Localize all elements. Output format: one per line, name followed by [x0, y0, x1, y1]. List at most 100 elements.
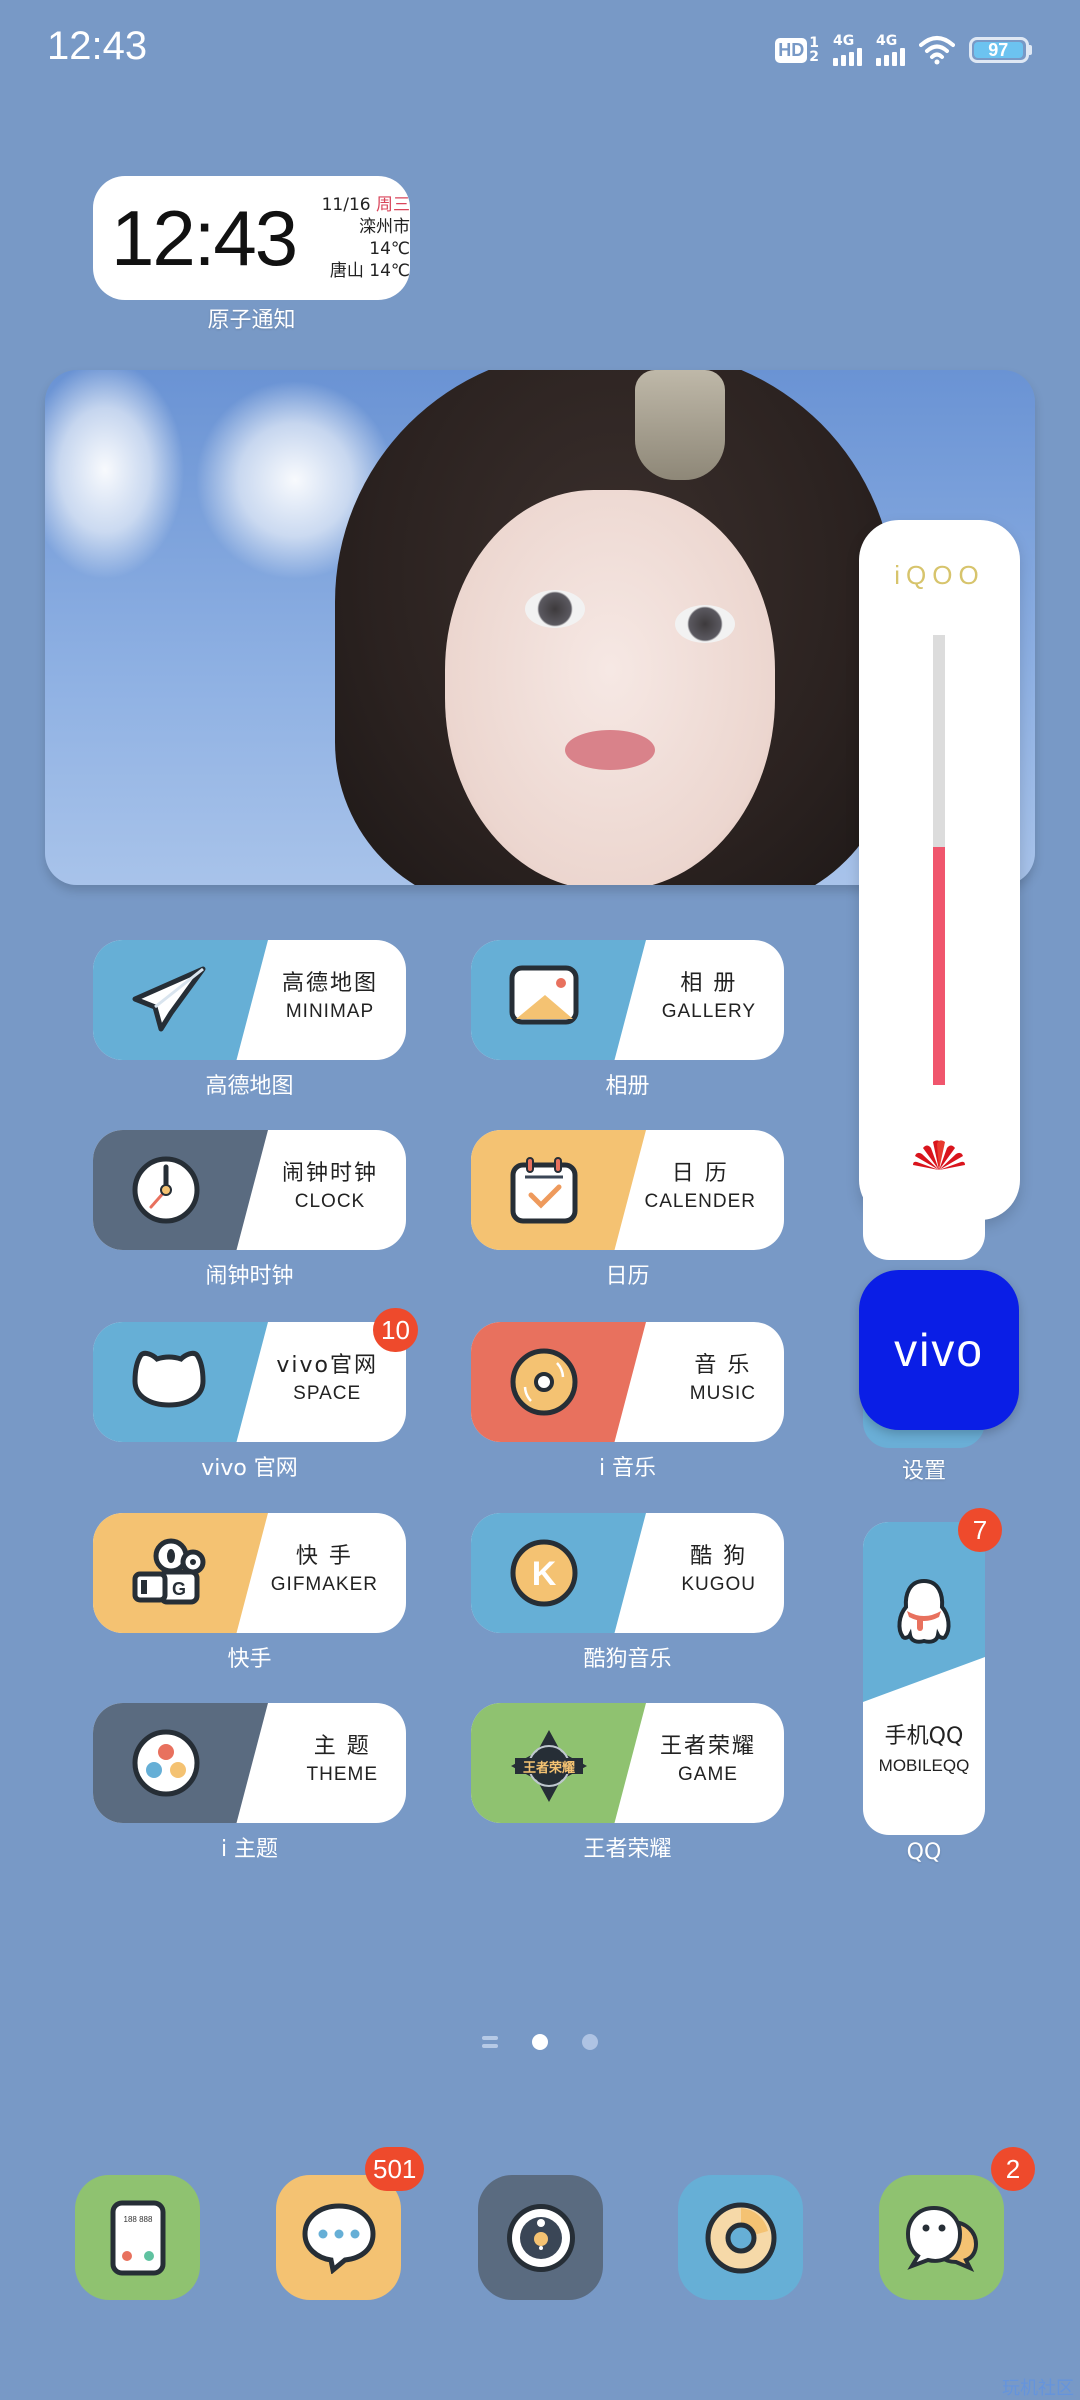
portrait-eye: [675, 605, 735, 643]
dock-camera[interactable]: [478, 2175, 603, 2300]
tile-title-cn: 相 册: [680, 971, 738, 996]
tile-title-en: KUGOU: [681, 1574, 756, 1595]
clock-weather-widget[interactable]: 12:43 11/16 周三 滦州市 14℃ 唐山 14℃: [93, 176, 410, 300]
phone-screen-text: 188 888: [123, 2215, 152, 2224]
hd-sub-1: 1: [809, 35, 819, 51]
camera-icon: [506, 2203, 575, 2272]
palette-icon: [131, 1728, 201, 1798]
tile-title-cn: 酷 狗: [690, 1544, 748, 1569]
calendar-icon: [509, 1155, 579, 1225]
donut-browser-icon: [705, 2202, 776, 2273]
clock-widget-label: 原子通知: [207, 308, 296, 333]
page-indicator[interactable]: [482, 2034, 598, 2050]
signal-4g-icon: 4G: [833, 34, 862, 66]
page-dot[interactable]: [582, 2034, 598, 2050]
qq-tile-cn: 手机QQ: [884, 1724, 964, 1749]
tile-title-en: MINIMAP: [285, 1001, 375, 1022]
page-dot-active[interactable]: [532, 2034, 548, 2050]
video-camera-icon: G: [131, 1538, 206, 1608]
messages-badge: 501: [365, 2147, 425, 2191]
page-indicator-menu-icon[interactable]: [482, 2036, 498, 2048]
tile-title-en: CLOCK: [294, 1191, 366, 1212]
app-label: 酷狗音乐: [583, 1647, 672, 1672]
app-label: 日历: [605, 1264, 650, 1289]
game-emblem-icon: 王者荣耀: [509, 1728, 587, 1802]
app-tile[interactable]: 音 乐 MUSIC: [471, 1322, 784, 1442]
tile-title-cn: 快 手: [295, 1544, 353, 1569]
app-label: vivo 官网: [201, 1456, 298, 1481]
portrait-lips: [565, 730, 655, 770]
app-label: 闹钟时钟: [205, 1264, 294, 1289]
hd-label: HD: [775, 37, 808, 63]
iqoo-logo: iQOO: [894, 560, 985, 590]
sim1-label: 4G: [833, 33, 855, 49]
tile-title-cn: 闹钟时钟: [281, 1161, 378, 1186]
tile-title-en: GAME: [678, 1764, 738, 1785]
app-tile[interactable]: 相 册 GALLERY: [471, 940, 784, 1060]
memory-bar-fill: [933, 846, 945, 1085]
dock-phone[interactable]: 188 888: [75, 2175, 200, 2300]
signal-4g-icon: 4G: [876, 34, 905, 66]
tile-title-en: MUSIC: [689, 1383, 756, 1404]
qq-penguin-icon: [897, 1578, 951, 1644]
hd-voice-icon: HD 12: [775, 36, 819, 64]
dock-browser[interactable]: [678, 2175, 803, 2300]
app-tile[interactable]: 高德地图 MINIMAP: [93, 940, 406, 1060]
tile-title-en: GIFMAKER: [270, 1574, 378, 1595]
widget-date: 11/16: [321, 195, 371, 215]
wechat-badge: 2: [991, 2147, 1035, 2191]
wechat-icon: [905, 2205, 978, 2272]
memory-bar-track: [933, 635, 945, 1085]
tile-title-en: SPACE: [293, 1383, 362, 1404]
svg-text:王者荣耀: 王者荣耀: [523, 1760, 575, 1776]
memory-widget[interactable]: iQOO: [859, 520, 1020, 1220]
app-tile[interactable]: 日 历 CALENDER: [471, 1130, 784, 1250]
tile-title-cn: 音 乐: [694, 1353, 752, 1378]
kugou-k-icon: K: [509, 1538, 579, 1608]
app-label: 高德地图: [205, 1074, 294, 1099]
svg-text:G: G: [172, 1579, 186, 1599]
hidden-app-tile[interactable]: [863, 1180, 985, 1260]
app-tile[interactable]: 主 题 THEME: [93, 1703, 406, 1823]
tile-title-cn: vivo官网: [276, 1353, 378, 1378]
widget-time: 12:43: [111, 193, 298, 282]
tile-title-en: CALENDER: [644, 1191, 756, 1212]
widget-weather-1: 滦州市 14℃: [359, 217, 410, 259]
app-label: i 音乐: [598, 1456, 657, 1481]
app-label: 相册: [605, 1074, 650, 1099]
photo-icon: [509, 965, 579, 1035]
vivo-floating-logo[interactable]: vivo: [859, 1270, 1019, 1430]
app-tile[interactable]: G 快 手 GIFMAKER: [93, 1513, 406, 1633]
dock-wechat[interactable]: [879, 2175, 1004, 2300]
settings-label: 设置: [901, 1459, 946, 1484]
app-badge: 10: [373, 1308, 418, 1352]
app-tile[interactable]: 闹钟时钟 CLOCK: [93, 1130, 406, 1250]
cat-head-icon: [131, 1347, 206, 1417]
wifi-icon: [919, 36, 955, 65]
widget-weather-2: 唐山 14℃: [329, 261, 410, 281]
status-icons: HD 12 4G 4G 97: [775, 34, 1032, 66]
app-label: 王者荣耀: [583, 1837, 672, 1862]
vinyl-disc-icon: [509, 1347, 579, 1417]
phone-icon: 188 888: [110, 2200, 165, 2275]
widget-weekday: 周三: [376, 195, 410, 215]
sim2-label: 4G: [876, 33, 898, 49]
dock-messages[interactable]: [276, 2175, 401, 2300]
portrait-face: [445, 490, 775, 885]
app-label: 快手: [227, 1647, 272, 1672]
qq-tile-en: MOBILEQQ: [878, 1756, 970, 1775]
app-tile[interactable]: vivo官网 SPACE: [93, 1322, 406, 1442]
paper-plane-icon: [131, 965, 206, 1035]
portrait-eye: [525, 590, 585, 628]
tile-title-en: THEME: [306, 1764, 378, 1785]
huawei-flower-icon: [913, 1140, 965, 1170]
watermark: 玩机社区: [1002, 2378, 1074, 2399]
qq-tile[interactable]: 手机QQ MOBILEQQ: [863, 1522, 985, 1835]
qq-badge: 7: [958, 1508, 1002, 1552]
status-time: 12:43: [47, 24, 148, 68]
app-tile[interactable]: 王者荣耀 王者荣耀 GAME: [471, 1703, 784, 1823]
tile-title-cn: 王者荣耀: [659, 1734, 756, 1759]
battery-icon: 97: [969, 37, 1032, 63]
app-label: i 主题: [220, 1837, 279, 1862]
app-tile[interactable]: K 酷 狗 KUGOU: [471, 1513, 784, 1633]
